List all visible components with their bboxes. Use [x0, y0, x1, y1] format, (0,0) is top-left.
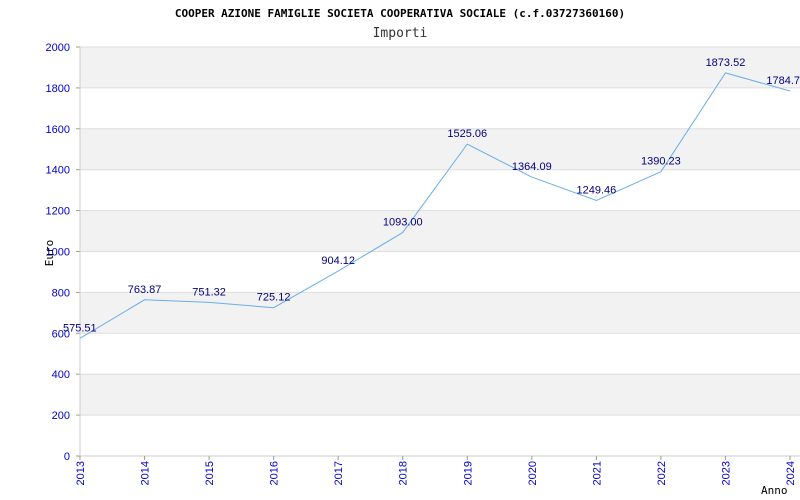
x-tick-label: 2023: [720, 461, 732, 485]
y-tick-label: 1200: [46, 206, 70, 218]
x-axis-label: Anno: [761, 484, 788, 497]
y-tick-label: 400: [52, 369, 70, 381]
x-tick-label: 2020: [527, 461, 539, 485]
y-tick-label: 2000: [46, 42, 70, 54]
data-label: 1784.7: [766, 75, 800, 87]
x-tick-label: 2018: [398, 461, 410, 485]
y-tick-label: 800: [52, 287, 70, 299]
x-tick-label: 2019: [462, 461, 474, 485]
x-tick-label: 2013: [75, 461, 87, 485]
data-label: 904.12: [321, 255, 355, 267]
x-tick-label: 2017: [333, 461, 345, 485]
data-label: 1364.09: [512, 161, 552, 173]
y-tick-label: 1600: [46, 124, 70, 136]
line-chart: 0200400600800100012001400160018002000 20…: [0, 0, 800, 500]
y-tick-label: 1400: [46, 165, 70, 177]
y-tick-label: 200: [52, 410, 70, 422]
grid-band: [80, 374, 800, 416]
x-tick-label: 2021: [591, 461, 603, 485]
data-label: 1525.06: [447, 128, 487, 140]
x-tick-label: 2015: [204, 461, 216, 485]
x-tick-label: 2022: [656, 461, 668, 485]
x-tick-label: 2024: [785, 461, 797, 485]
data-label: 1390.23: [641, 156, 681, 168]
grid-band: [80, 210, 800, 252]
grid-band: [80, 47, 800, 88]
data-label: 1249.46: [576, 184, 616, 196]
chart-subtitle: Importi: [373, 26, 428, 41]
grid-band: [80, 292, 800, 334]
data-label: 751.32: [192, 286, 226, 298]
chart-root: 0 200 400 600 800 1000 1200 1400 1600 1800 2000 20…: [0, 0, 800, 500]
x-tick-label: 2016: [269, 461, 281, 485]
y-tick-label: 0: [64, 451, 70, 463]
data-label: 575.51: [63, 322, 97, 334]
grid-band: [80, 128, 800, 170]
data-label: 1093.00: [383, 216, 423, 228]
x-tick-label: 2014: [140, 461, 152, 485]
chart-title: COOPER AZIONE FAMIGLIE SOCIETA COOPERATI…: [175, 7, 625, 20]
data-label: 725.12: [257, 292, 291, 304]
data-label: 763.87: [128, 284, 162, 296]
data-label: 1873.52: [706, 57, 746, 69]
y-axis-label: Euro: [43, 240, 56, 267]
y-tick-label: 1800: [46, 83, 70, 95]
